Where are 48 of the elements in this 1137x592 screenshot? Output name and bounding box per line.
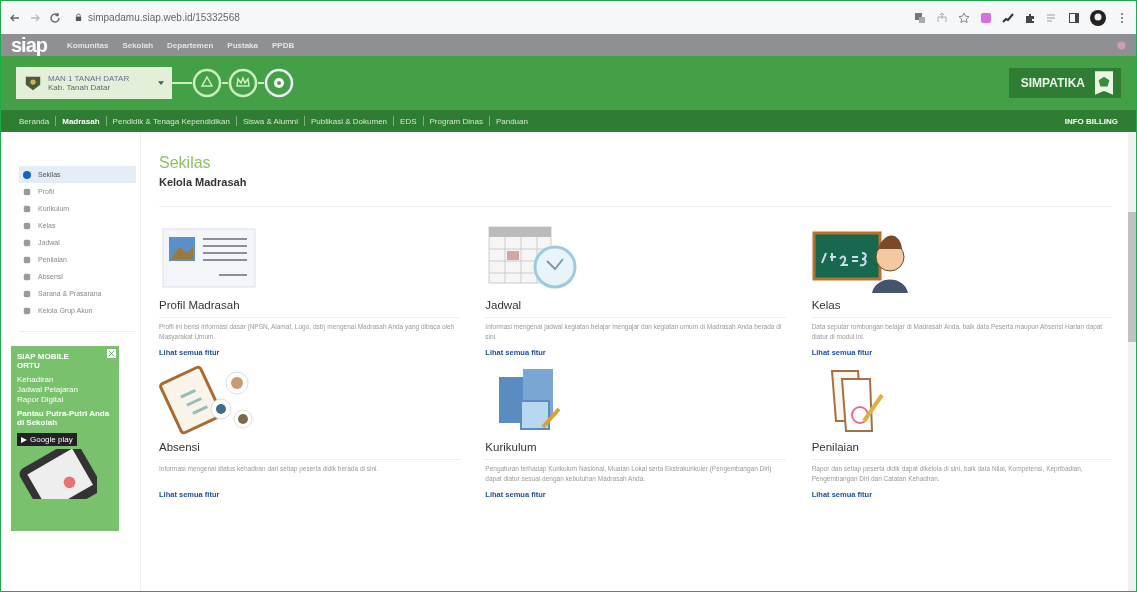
nav-tab[interactable]: Siswa & Alumni — [236, 116, 305, 126]
puzzle-icon[interactable] — [1024, 11, 1036, 24]
extension-icon[interactable] — [980, 11, 992, 24]
crown-circle-icon[interactable] — [228, 68, 258, 98]
school-selector[interactable]: MAN 1 TANAH DATAR Kab. Tanah Datar — [16, 67, 172, 99]
site-logo[interactable]: siap — [11, 33, 48, 57]
feature-title: Absensi — [159, 435, 460, 460]
top-link[interactable]: Pustaka — [227, 40, 258, 50]
nav-tab[interactable]: Pendidik & Tenaga Kependidikan — [106, 116, 236, 126]
feature-title: Profil Madrasah — [159, 293, 460, 318]
star-icon[interactable] — [958, 11, 970, 24]
billing-link[interactable]: INFO BILLING — [1058, 116, 1124, 126]
share-icon[interactable] — [936, 11, 948, 24]
avatar-icon[interactable] — [1090, 9, 1106, 26]
top-link[interactable]: Departemen — [167, 40, 214, 50]
ad-title: SIAP MOBILE ORTU — [17, 352, 70, 370]
feature-title: Jadwal — [485, 293, 786, 318]
app-ad-banner[interactable]: SIAP MOBILE ORTU Kehadiran Jadwal Pelajaran Rapor Digital Pantau Putra-Putri Anda di Sekolah Google play — [11, 346, 119, 531]
close-icon[interactable] — [107, 349, 116, 358]
play-icon — [21, 436, 27, 443]
reload-icon[interactable] — [49, 11, 61, 24]
ad-feature: Jadwal Pelajaran — [17, 385, 79, 394]
nav-tab[interactable]: Panduan — [489, 116, 534, 126]
top-link[interactable]: Komunitas — [67, 40, 109, 50]
badge-logo-icon — [1095, 71, 1113, 95]
nav-tab[interactable]: Madrasah — [56, 116, 106, 126]
store-badge[interactable]: Google play — [17, 433, 77, 446]
page-subtitle: Kelola Madrasah — [159, 176, 248, 188]
feature-title: Kelas — [811, 293, 1112, 318]
nav-tab[interactable]: Publikasi & Dokumen — [305, 116, 394, 126]
scrollbar[interactable] — [1128, 132, 1136, 591]
nav-tab[interactable]: Program Dinas — [423, 116, 489, 126]
nav-tab[interactable]: EDS — [394, 116, 423, 126]
warning-circle-icon[interactable] — [192, 68, 222, 98]
page-title: Sekilas — [159, 154, 212, 172]
simpatika-button[interactable]: SIMPATIKA — [1008, 68, 1121, 98]
feature-title: Penilaian — [811, 435, 1112, 460]
lock-icon — [75, 13, 82, 22]
school-crest-icon — [24, 74, 42, 92]
caret-icon — [158, 81, 164, 85]
ad-feature: Kehadiran — [17, 375, 55, 384]
ad-tagline: Pantau Putra-Putri Anda di Sekolah — [17, 409, 111, 427]
sidebar-icon[interactable] — [1068, 11, 1080, 24]
ad-feature: Rapor Digital — [17, 395, 65, 404]
top-link[interactable]: Sekolah — [122, 40, 154, 50]
nav-tab[interactable]: Beranda — [13, 116, 56, 126]
feature-title: Kurikulum — [485, 435, 786, 460]
top-link[interactable]: PPDB — [272, 40, 295, 50]
